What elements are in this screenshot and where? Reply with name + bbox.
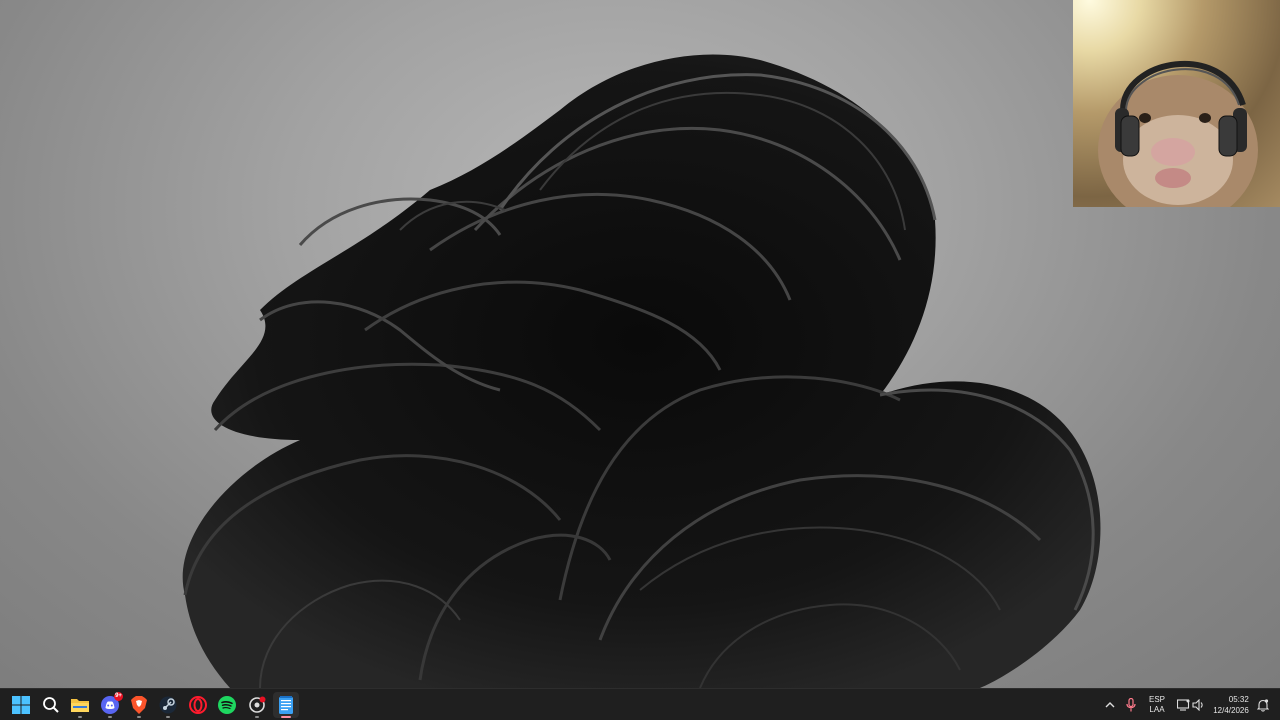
steam-icon: [159, 696, 177, 714]
start-button[interactable]: [8, 692, 34, 718]
brave-icon: [131, 696, 147, 714]
show-hidden-icons-button[interactable]: [1102, 689, 1118, 720]
running-indicator: [137, 716, 141, 718]
webcam-overlay: [1073, 0, 1280, 207]
opera-button[interactable]: [185, 692, 211, 718]
spotify-icon: [218, 696, 236, 714]
running-indicator: [108, 716, 112, 718]
spotify-button[interactable]: [214, 692, 240, 718]
language-code: ESP: [1148, 695, 1165, 704]
steam-button[interactable]: [155, 692, 181, 718]
clock-date-text: 12/4/2026: [1213, 706, 1249, 715]
opera-icon: [189, 696, 207, 714]
running-indicator: [281, 716, 291, 718]
hamster-headphones-image: [1098, 60, 1258, 207]
microphone-status[interactable]: [1123, 689, 1139, 720]
lens-button[interactable]: [244, 692, 270, 718]
discord-button[interactable]: 9+: [97, 692, 123, 718]
clock-time: 05:32: [1228, 695, 1249, 704]
brave-button[interactable]: [126, 692, 152, 718]
search-button[interactable]: [38, 692, 64, 718]
bell-icon: [1257, 698, 1269, 712]
folder-icon: [71, 699, 89, 712]
search-icon: [43, 697, 59, 713]
notepad-icon: [279, 696, 293, 714]
volume-status[interactable]: [1190, 689, 1206, 720]
keyboard-layout: LAA: [1149, 705, 1165, 714]
running-indicator: [255, 716, 259, 718]
microphone-icon: [1126, 698, 1136, 712]
lens-icon: [249, 696, 266, 713]
notepad-button[interactable]: [273, 692, 299, 718]
file-explorer-button[interactable]: [67, 692, 93, 718]
notification-badge: 9+: [114, 692, 123, 701]
running-indicator: [166, 716, 170, 718]
running-indicator: [78, 716, 82, 718]
clock-date[interactable]: 05:32 12/4/2026: [1210, 689, 1252, 720]
taskbar: 9+ ESP LAA 05:32 12/4/2026: [0, 688, 1280, 720]
speaker-icon: [1191, 699, 1203, 711]
windows-start-icon: [12, 696, 30, 714]
network-status[interactable]: [1175, 689, 1191, 720]
notifications-button[interactable]: [1255, 689, 1271, 720]
language-switcher[interactable]: ESP LAA: [1144, 689, 1170, 720]
chevron-up-icon: [1105, 702, 1115, 708]
network-icon: [1176, 699, 1189, 711]
